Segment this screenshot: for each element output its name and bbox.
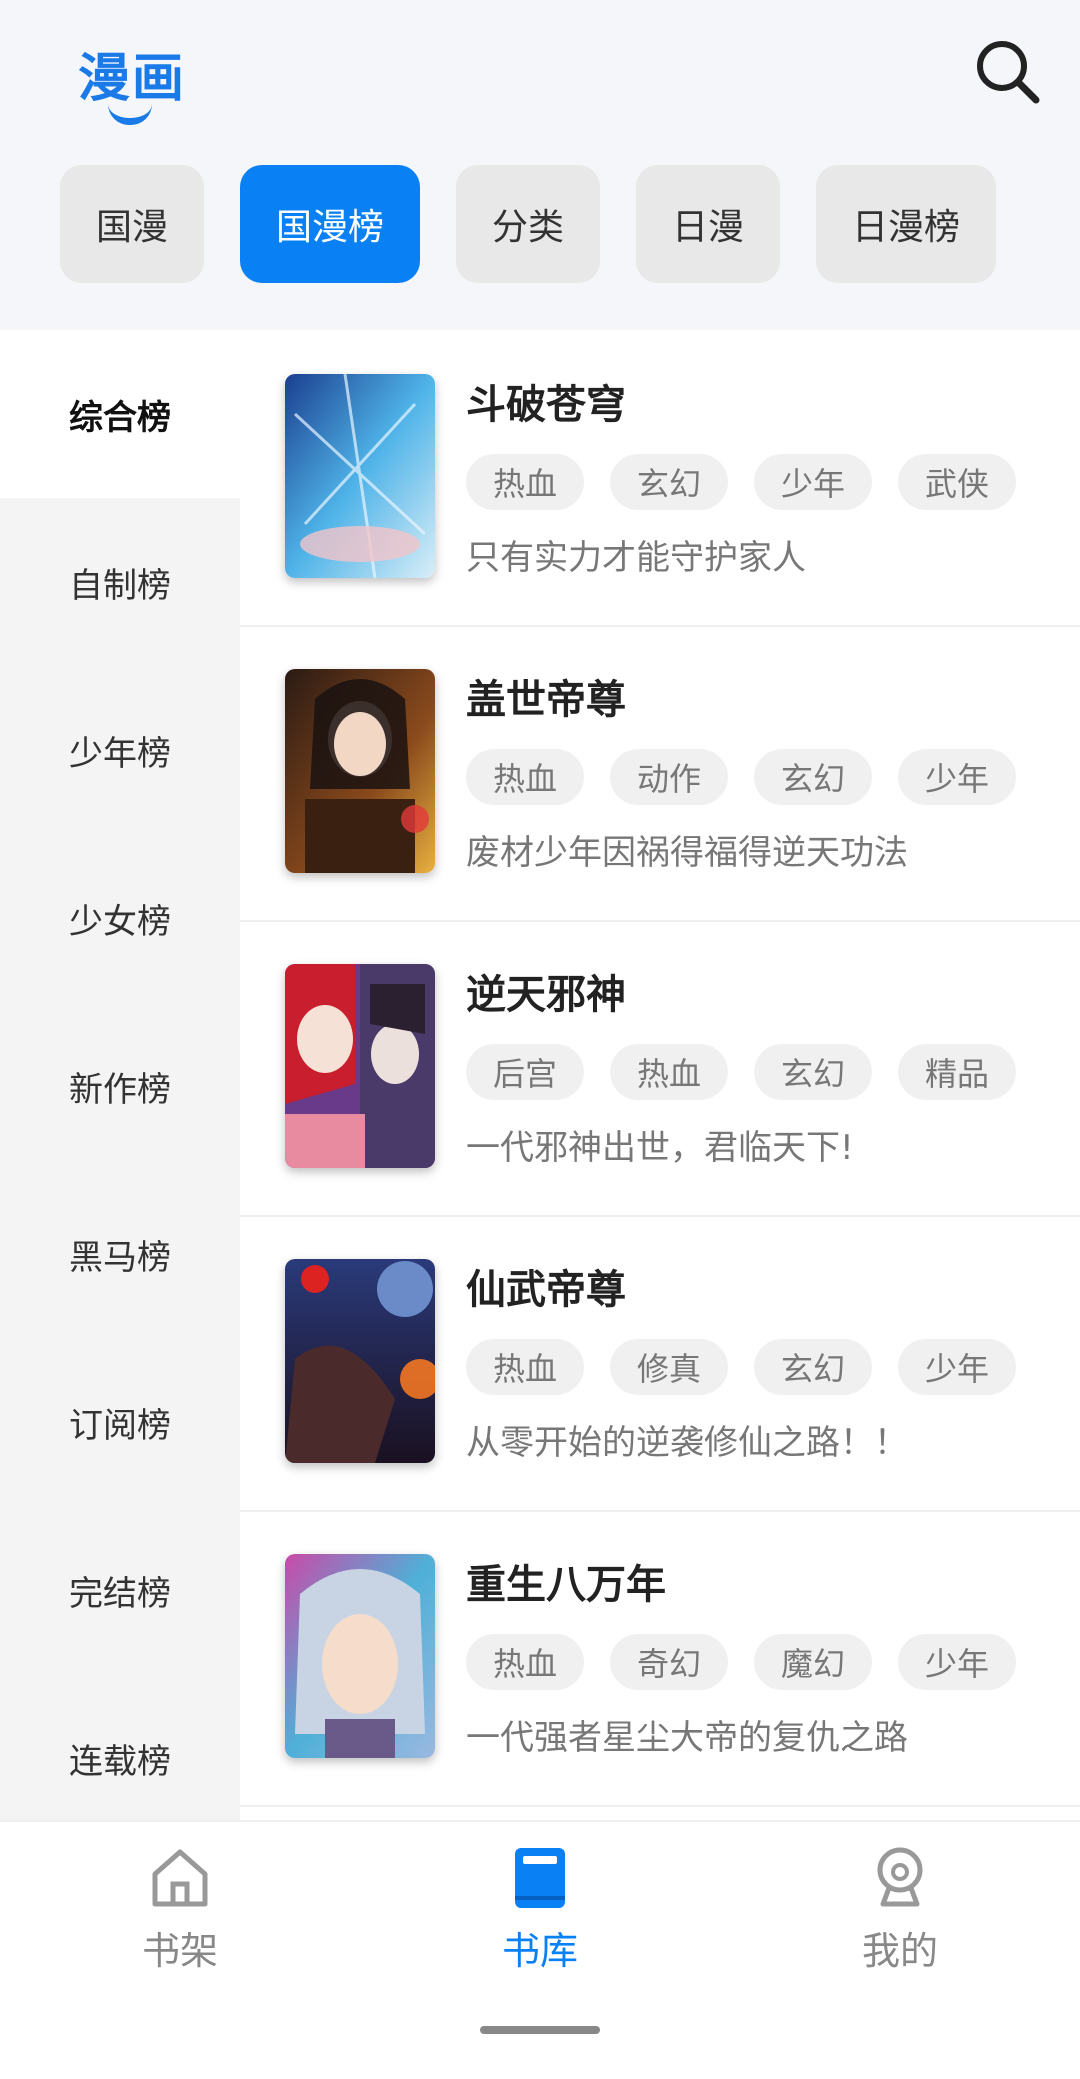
comic-title[interactable]: 盖世帝尊 — [466, 667, 626, 725]
tab-riman-rank[interactable]: 日漫榜 — [816, 165, 996, 283]
tag[interactable]: 热血 — [466, 1634, 584, 1690]
comic-description: 废材少年因祸得福得逆天功法 — [466, 833, 908, 873]
comic-row[interactable]: 逆天邪神 后宫 热血 玄幻 精品 一代邪神出世，君临天下! — [240, 920, 1080, 1217]
comic-row[interactable]: 盖世帝尊 热血 动作 玄幻 少年 废材少年因祸得福得逆天功法 — [240, 625, 1080, 922]
comic-description: 一代邪神出世，君临天下! — [466, 1128, 854, 1168]
comic-cover[interactable] — [285, 1259, 435, 1463]
logo-text: 漫画 — [78, 49, 187, 109]
comic-description: 一代强者星尘大帝的复仇之路 — [466, 1718, 908, 1758]
sidebar-item-overall[interactable]: 综合榜 — [0, 330, 240, 498]
tag-list: 后宫 热血 玄幻 精品 — [466, 1044, 1042, 1100]
tag[interactable]: 后宫 — [466, 1044, 584, 1100]
app-logo[interactable]: 漫画 — [78, 36, 188, 126]
comic-cover[interactable] — [285, 669, 435, 873]
sidebar-item-completed[interactable]: 完结榜 — [0, 1506, 240, 1674]
nav-mine[interactable]: 我的 — [800, 1842, 1000, 1992]
search-button[interactable] — [972, 36, 1042, 106]
tab-category[interactable]: 分类 — [456, 165, 600, 283]
tag[interactable]: 魔幻 — [754, 1634, 872, 1690]
comic-list: 斗破苍穹 热血 玄幻 少年 武侠 只有实力才能守护家人 盖世帝尊 热血 动作 玄… — [240, 330, 1080, 1820]
home-indicator[interactable] — [480, 2026, 600, 2034]
header: 漫画 国漫 国漫榜 分类 日漫 日漫榜 — [0, 0, 1080, 330]
bottom-navigation: 书架 书库 我的 — [0, 1820, 1080, 2079]
nav-library[interactable]: 书库 — [440, 1842, 640, 1992]
nav-label: 书架 — [141, 1929, 218, 1973]
tag[interactable]: 热血 — [466, 1339, 584, 1395]
tag[interactable]: 玄幻 — [754, 1044, 872, 1100]
comic-description: 只有实力才能守护家人 — [466, 538, 806, 578]
tag[interactable]: 热血 — [466, 454, 584, 510]
sidebar-item-subscribe[interactable]: 订阅榜 — [0, 1338, 240, 1506]
comic-title[interactable]: 重生八万年 — [466, 1552, 666, 1610]
tag-list: 热血 修真 玄幻 少年 — [466, 1339, 1042, 1395]
tag[interactable]: 热血 — [610, 1044, 728, 1100]
comic-title[interactable]: 逆天邪神 — [466, 962, 626, 1020]
cover-image — [285, 669, 435, 873]
search-icon — [977, 41, 1040, 104]
tag[interactable]: 武侠 — [898, 454, 1016, 510]
tag[interactable]: 奇幻 — [610, 1634, 728, 1690]
tag-list: 热血 玄幻 少年 武侠 — [466, 454, 1042, 510]
sidebar-item-shonen[interactable]: 少年榜 — [0, 666, 240, 834]
comic-row[interactable]: 重生八万年 热血 奇幻 魔幻 少年 一代强者星尘大帝的复仇之路 — [240, 1510, 1080, 1807]
comic-cover[interactable] — [285, 374, 435, 578]
cover-image — [285, 964, 435, 1168]
comic-title[interactable]: 斗破苍穹 — [466, 372, 626, 430]
home-icon — [152, 1849, 208, 1907]
comic-row[interactable]: 仙武帝尊 热血 修真 玄幻 少年 从零开始的逆袭修仙之路！！ — [240, 1215, 1080, 1512]
rank-sidebar: 综合榜 自制榜 少年榜 少女榜 新作榜 黑马榜 订阅榜 完结榜 连载榜 — [0, 330, 240, 1820]
tab-riman[interactable]: 日漫 — [636, 165, 780, 283]
nav-bookshelf[interactable]: 书架 — [80, 1842, 280, 1992]
tag[interactable]: 精品 — [898, 1044, 1016, 1100]
cover-image — [285, 1259, 435, 1463]
tag[interactable]: 玄幻 — [754, 1339, 872, 1395]
tag[interactable]: 热血 — [466, 749, 584, 805]
tag[interactable]: 少年 — [898, 1634, 1016, 1690]
nav-label: 书库 — [501, 1929, 578, 1973]
book-icon — [515, 1848, 565, 1908]
comic-description: 从零开始的逆袭修仙之路！！ — [466, 1423, 908, 1463]
comic-cover[interactable] — [285, 964, 435, 1168]
tag[interactable]: 少年 — [754, 454, 872, 510]
tag[interactable]: 少年 — [898, 749, 1016, 805]
cover-image — [285, 1554, 435, 1758]
sidebar-item-new[interactable]: 新作榜 — [0, 1002, 240, 1170]
tab-guoman[interactable]: 国漫 — [60, 165, 204, 283]
logo-smile-mark — [108, 104, 152, 125]
comic-title[interactable]: 仙武帝尊 — [466, 1257, 626, 1315]
sidebar-item-original[interactable]: 自制榜 — [0, 498, 240, 666]
comic-cover[interactable] — [285, 1554, 435, 1758]
tag[interactable]: 少年 — [898, 1339, 1016, 1395]
category-tabs: 国漫 国漫榜 分类 日漫 日漫榜 — [60, 165, 1032, 283]
tag-list: 热血 动作 玄幻 少年 — [466, 749, 1042, 805]
sidebar-item-serializing[interactable]: 连载榜 — [0, 1674, 240, 1842]
tab-guoman-rank[interactable]: 国漫榜 — [240, 165, 420, 283]
tag-list: 热血 奇幻 魔幻 少年 — [466, 1634, 1042, 1690]
tag[interactable]: 玄幻 — [754, 749, 872, 805]
comic-row[interactable]: 斗破苍穹 热血 玄幻 少年 武侠 只有实力才能守护家人 — [240, 330, 1080, 627]
nav-label: 我的 — [861, 1929, 938, 1973]
sidebar-item-darkhorse[interactable]: 黑马榜 — [0, 1170, 240, 1338]
tag[interactable]: 动作 — [610, 749, 728, 805]
tag[interactable]: 修真 — [610, 1339, 728, 1395]
cover-image — [285, 374, 435, 578]
tag[interactable]: 玄幻 — [610, 454, 728, 510]
profile-icon — [877, 1847, 923, 1907]
sidebar-item-shojo[interactable]: 少女榜 — [0, 834, 240, 1002]
